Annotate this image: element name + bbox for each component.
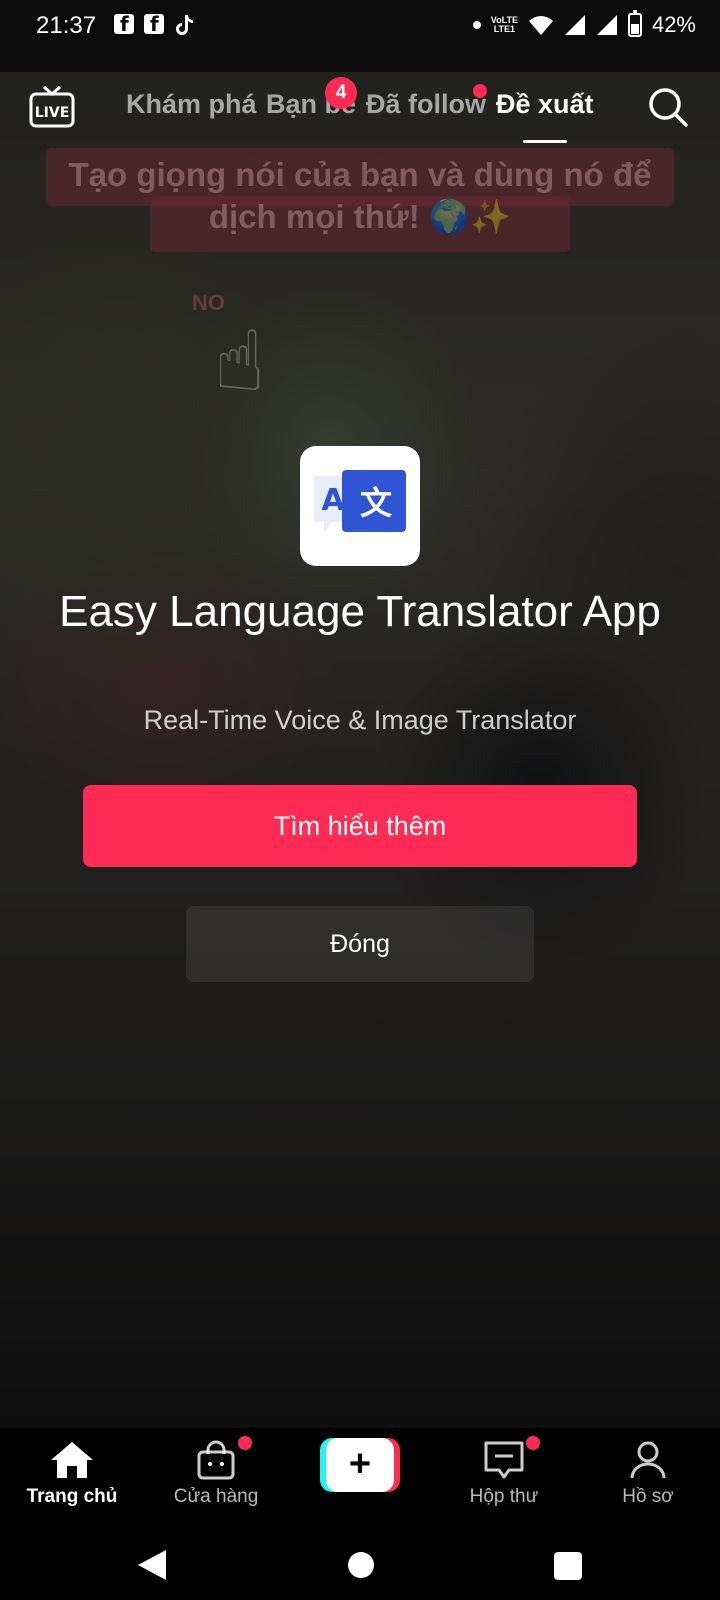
ad-subtitle: Real-Time Voice & Image Translator <box>143 705 577 735</box>
active-tab-indicator <box>523 140 567 143</box>
facebook-notification-icon <box>114 12 134 36</box>
status-right-group: VoLTE LTE1 42% <box>472 10 696 38</box>
video-player[interactable]: Tạo giọng nói của bạn và dùng nó để dịch… <box>0 72 720 1428</box>
learn-more-button[interactable]: Tìm hiểu thêm <box>83 785 637 867</box>
friends-badge: 4 <box>325 77 357 109</box>
live-label: LIVE <box>35 105 70 121</box>
nav-inbox[interactable]: Hộp thư <box>434 1440 574 1508</box>
inbox-icon <box>484 1441 524 1479</box>
app-icon[interactable]: A 文 <box>300 446 420 566</box>
close-button[interactable]: Đóng <box>186 906 534 982</box>
icon-letter-a: A <box>321 483 345 518</box>
bottom-nav: Trang chủ Cửa hàng + Hộp thư Hồ sơ <box>0 1428 720 1528</box>
home-icon <box>51 1442 93 1478</box>
nav-shop-label: Cửa hàng <box>173 1486 259 1507</box>
signal-icon-2 <box>596 15 617 35</box>
back-icon[interactable] <box>136 1548 168 1582</box>
nav-home-label: Trang chủ <box>26 1486 118 1507</box>
following-dot <box>473 84 487 98</box>
tab-explore[interactable]: Khám phá <box>126 89 257 120</box>
status-time: 21:37 <box>36 12 97 39</box>
system-nav <box>0 1528 720 1600</box>
status-notification-icons <box>114 12 194 36</box>
recents-icon[interactable] <box>554 1552 582 1580</box>
nav-shop[interactable]: Cửa hàng <box>146 1440 286 1508</box>
shop-bag-icon <box>197 1440 235 1480</box>
ad-app-name: Easy Language Translator App <box>59 587 661 636</box>
create-plus-icon: + <box>348 1443 372 1485</box>
facebook-notification-icon-2 <box>144 12 164 36</box>
status-bar: 21:37 VoLTELTE1 42% <box>0 0 720 72</box>
top-nav: LIVE Khám phá Bạn bè 4 Đã follow Đề xuất <box>0 72 720 152</box>
nav-home[interactable]: Trang chủ <box>2 1440 142 1508</box>
wifi-icon <box>528 16 553 35</box>
shop-notification-dot <box>238 1436 252 1450</box>
signal-icon <box>564 15 585 35</box>
nav-profile[interactable]: Hồ sơ <box>578 1440 718 1508</box>
icon-letter-wen: 文 <box>360 484 392 522</box>
search-icon[interactable] <box>646 85 690 129</box>
battery-icon <box>627 10 642 37</box>
live-icon[interactable]: LIVE <box>28 84 76 132</box>
notification-dot-icon <box>472 21 481 29</box>
translate-app-icon: A 文 <box>314 470 406 532</box>
tiktok-notification-icon <box>176 15 193 35</box>
volte-lte-icon: VoLTE LTE1 <box>490 15 518 34</box>
nav-profile-label: Hồ sơ <box>622 1486 674 1507</box>
inbox-notification-dot <box>526 1436 540 1450</box>
nav-inbox-label: Hộp thư <box>469 1486 539 1507</box>
battery-percent: 42% <box>651 12 696 37</box>
tab-for-you[interactable]: Đề xuất <box>496 89 594 120</box>
profile-icon <box>630 1441 666 1479</box>
video-dim-overlay <box>0 72 720 1428</box>
create-button[interactable]: + <box>320 1438 400 1492</box>
home-button-icon[interactable] <box>348 1552 374 1578</box>
tab-following[interactable]: Đã follow <box>366 89 486 120</box>
